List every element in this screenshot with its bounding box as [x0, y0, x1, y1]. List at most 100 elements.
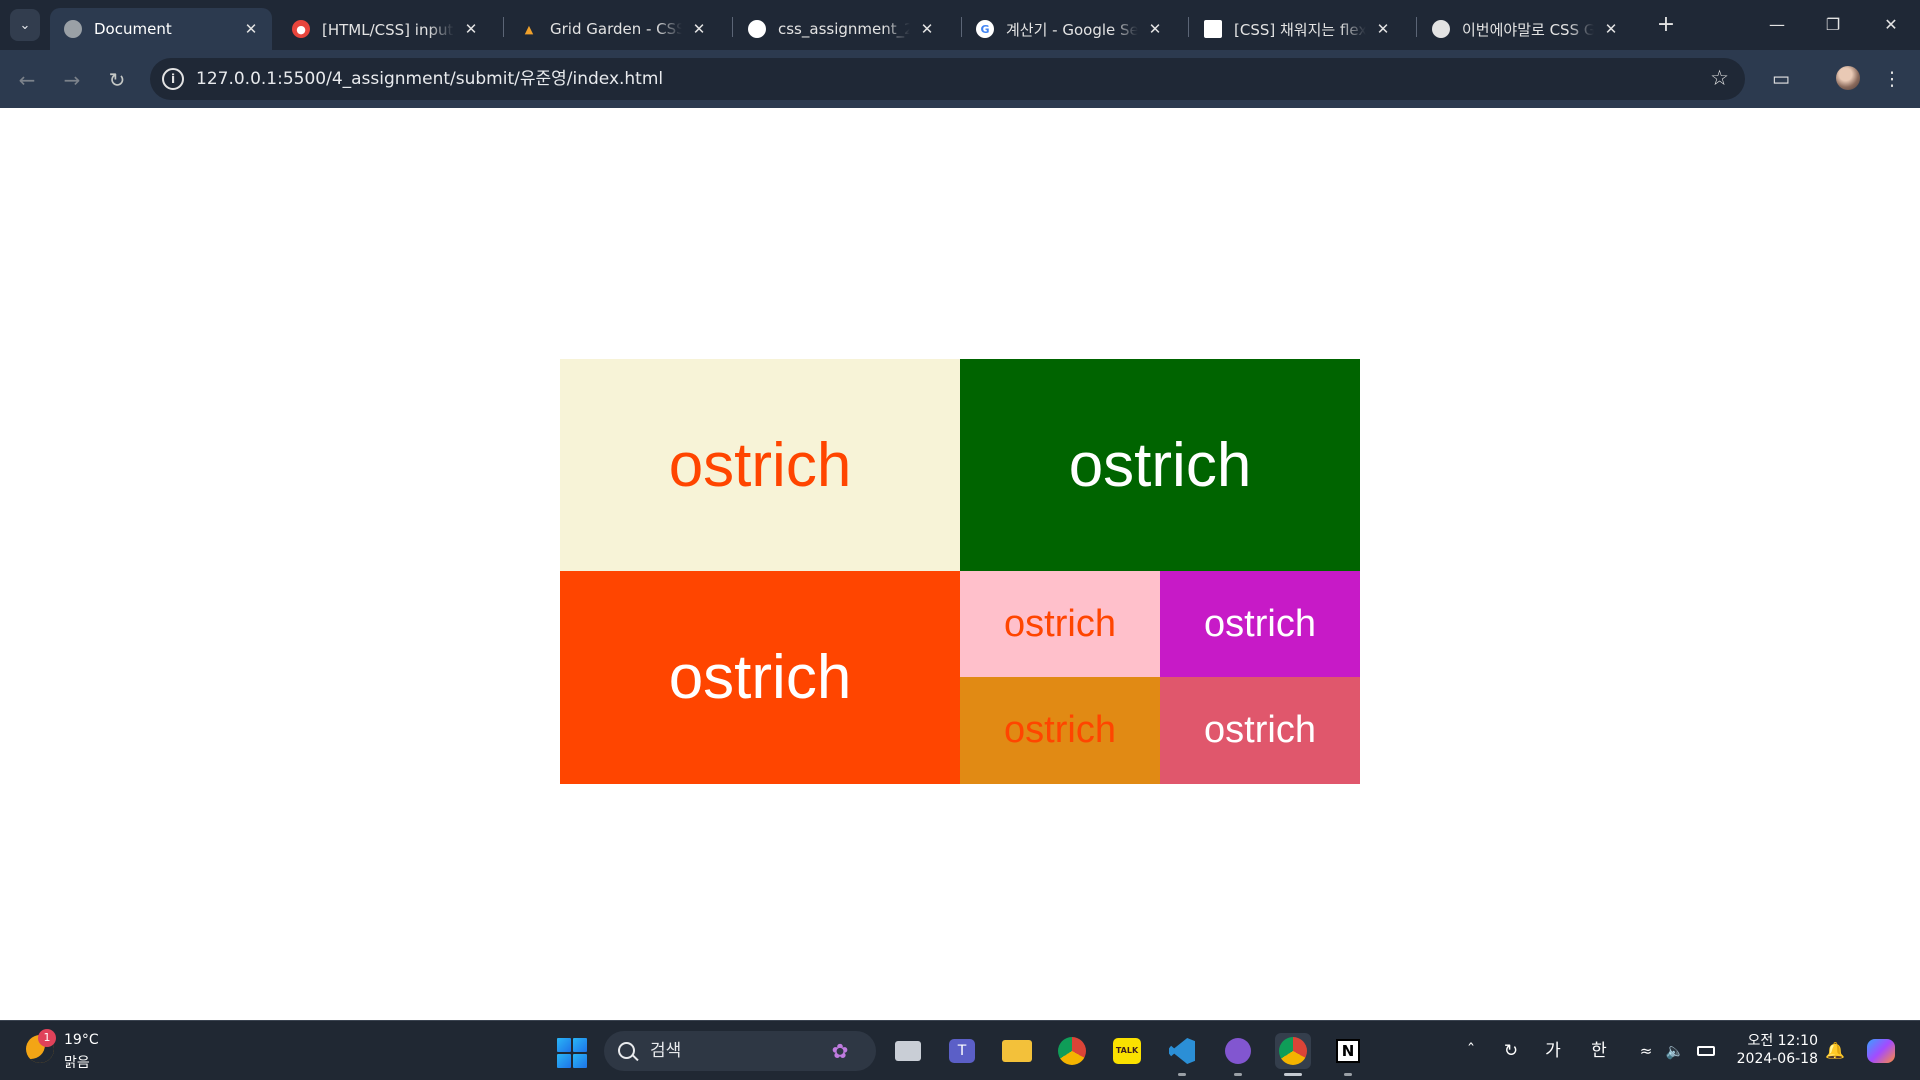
tab-css-flex[interactable]: [CSS] 채워지는 flex ✕ — [1190, 8, 1404, 50]
tab-css-grid[interactable]: 이번에야말로 CSS G ✕ — [1418, 8, 1632, 50]
tab-github[interactable]: css_assignment_2024 ✕ — [734, 8, 948, 50]
address-bar[interactable]: i 127.0.0.1:5500/4_assignment/submit/유준영… — [150, 58, 1745, 100]
chrome-icon — [1058, 1037, 1086, 1065]
page-content: ostrich ostrich ostrich ostrich ostrich … — [0, 108, 1920, 1020]
github-desktop-icon — [1225, 1038, 1251, 1064]
running-indicator — [1234, 1073, 1242, 1076]
running-indicator — [1344, 1073, 1352, 1076]
tab-title: 계산기 - Google Sea — [1006, 20, 1138, 39]
taskbar-search[interactable]: 검색 ✿ — [604, 1031, 876, 1071]
notion-app[interactable]: N — [1330, 1033, 1366, 1069]
running-indicator — [1178, 1073, 1186, 1076]
back-button[interactable]: ← — [12, 65, 42, 95]
close-icon[interactable]: ✕ — [242, 20, 260, 38]
taskbar: 1 19°C 맑음 검색 ✿ T TALK N ˆ ↻ 가 한 ≈ 🔈 오전 1… — [0, 1020, 1920, 1080]
profile-avatar[interactable] — [1836, 66, 1860, 90]
search-icon — [618, 1042, 635, 1059]
tab-search-button[interactable]: ⌄ — [10, 9, 40, 41]
restore-icon: ❐ — [1825, 15, 1841, 34]
tab-document[interactable]: Document ✕ — [50, 8, 272, 50]
notification-badge: 1 — [38, 1029, 56, 1047]
task-view-icon — [895, 1041, 921, 1061]
carrot-icon: ▲ — [524, 22, 534, 36]
tab-title: [HTML/CSS] input 바 — [322, 20, 454, 39]
grid-icon — [1204, 20, 1222, 38]
close-icon[interactable]: ✕ — [918, 20, 936, 38]
battery-shape — [1697, 1046, 1715, 1056]
show-hidden-icons-button[interactable]: ˆ — [1458, 1033, 1484, 1069]
tab-google-search[interactable]: G 계산기 - Google Sea ✕ — [962, 8, 1176, 50]
address-url[interactable]: 127.0.0.1:5500/4_assignment/submit/유준영/i… — [196, 58, 663, 100]
sync-button[interactable]: ↻ — [1496, 1033, 1526, 1069]
chrome-active-app[interactable] — [1275, 1033, 1311, 1069]
windows-logo-icon-part — [573, 1038, 587, 1052]
clock-date[interactable]: 2024-06-18 — [1730, 1051, 1818, 1067]
clock-time[interactable]: 오전 12:10 — [1738, 1030, 1818, 1050]
tab-title: [CSS] 채워지는 flex — [1234, 20, 1366, 39]
tab-grid-garden[interactable]: ▲ Grid Garden - CSS g ✕ — [506, 8, 720, 50]
close-window-button[interactable]: ✕ — [1871, 10, 1911, 40]
chevron-up-icon: ˆ — [1466, 1041, 1476, 1061]
star-icon[interactable]: ☆ — [1710, 66, 1729, 90]
chevron-down-icon: ⌄ — [19, 17, 31, 33]
reload-icon: ↻ — [108, 68, 126, 92]
grid-cell-6: ostrich — [960, 677, 1160, 784]
info-icon[interactable]: i — [162, 68, 184, 90]
bell-icon[interactable]: 🔔 — [1822, 1033, 1848, 1069]
search-placeholder[interactable]: 검색 — [650, 1031, 681, 1071]
weather-temperature: 19°C — [64, 1032, 99, 1048]
new-tab-button[interactable]: + — [1652, 11, 1680, 39]
github-desktop-app[interactable] — [1220, 1033, 1256, 1069]
search-highlight-icon: ✿ — [831, 1039, 849, 1063]
folder-icon — [1002, 1040, 1032, 1062]
windows-logo-icon-part — [573, 1054, 587, 1068]
start-button[interactable] — [557, 1038, 587, 1068]
grid-cell-1: ostrich — [560, 359, 960, 571]
copilot-button[interactable] — [1864, 1033, 1898, 1069]
tab-title: Grid Garden - CSS g — [550, 20, 682, 38]
ime-mode-1[interactable]: 가 — [1538, 1033, 1568, 1069]
close-icon[interactable]: ✕ — [1374, 20, 1392, 38]
chat-icon — [1432, 20, 1450, 38]
notion-icon: N — [1336, 1039, 1360, 1063]
teams-icon: T — [949, 1039, 975, 1063]
ime-mode-2[interactable]: 한 — [1584, 1033, 1614, 1069]
restore-button[interactable]: ❐ — [1813, 10, 1853, 40]
minimize-button[interactable]: — — [1757, 10, 1797, 40]
google-icon: G — [976, 20, 994, 38]
chrome-app[interactable] — [1054, 1033, 1090, 1069]
arrow-right-icon: → — [63, 68, 81, 92]
menu-button[interactable]: ⋮ — [1876, 63, 1908, 95]
vscode-app[interactable] — [1164, 1033, 1200, 1069]
kakaotalk-icon: TALK — [1113, 1038, 1141, 1064]
active-indicator — [1284, 1073, 1302, 1076]
reload-button[interactable]: ↻ — [102, 65, 132, 95]
task-view-button[interactable] — [890, 1033, 926, 1069]
close-icon[interactable]: ✕ — [462, 20, 480, 38]
battery-icon[interactable] — [1692, 1033, 1720, 1069]
forward-button[interactable]: → — [57, 65, 87, 95]
wifi-icon[interactable]: ≈ — [1632, 1033, 1660, 1069]
grid-cell-2: ostrich — [960, 359, 1360, 571]
volume-icon[interactable]: 🔈 — [1662, 1033, 1688, 1069]
ostrich-grid: ostrich ostrich ostrich ostrich ostrich … — [560, 359, 1360, 784]
tab-separator — [503, 17, 504, 37]
close-icon[interactable]: ✕ — [1146, 20, 1164, 38]
copilot-icon — [1867, 1039, 1895, 1063]
windows-logo-icon-part — [557, 1054, 571, 1068]
puzzle-icon: ▭ — [1772, 68, 1790, 90]
grid-cell-5: ostrich — [1160, 571, 1360, 677]
extensions-button[interactable]: ▭ — [1765, 63, 1797, 95]
github-icon — [748, 20, 766, 38]
close-icon[interactable]: ✕ — [1602, 20, 1620, 38]
tab-separator — [1416, 17, 1417, 37]
tab-title: css_assignment_2024 — [778, 20, 910, 38]
kakaotalk-app[interactable]: TALK — [1109, 1033, 1145, 1069]
more-vert-icon: ⋮ — [1882, 68, 1902, 90]
grid-cell-3: ostrich — [560, 571, 960, 784]
minimize-icon: — — [1769, 15, 1785, 34]
teams-app[interactable]: T — [944, 1033, 980, 1069]
tab-html-css-input[interactable]: ● [HTML/CSS] input 바 ✕ — [278, 8, 492, 50]
file-explorer-app[interactable] — [999, 1033, 1035, 1069]
close-icon[interactable]: ✕ — [690, 20, 708, 38]
